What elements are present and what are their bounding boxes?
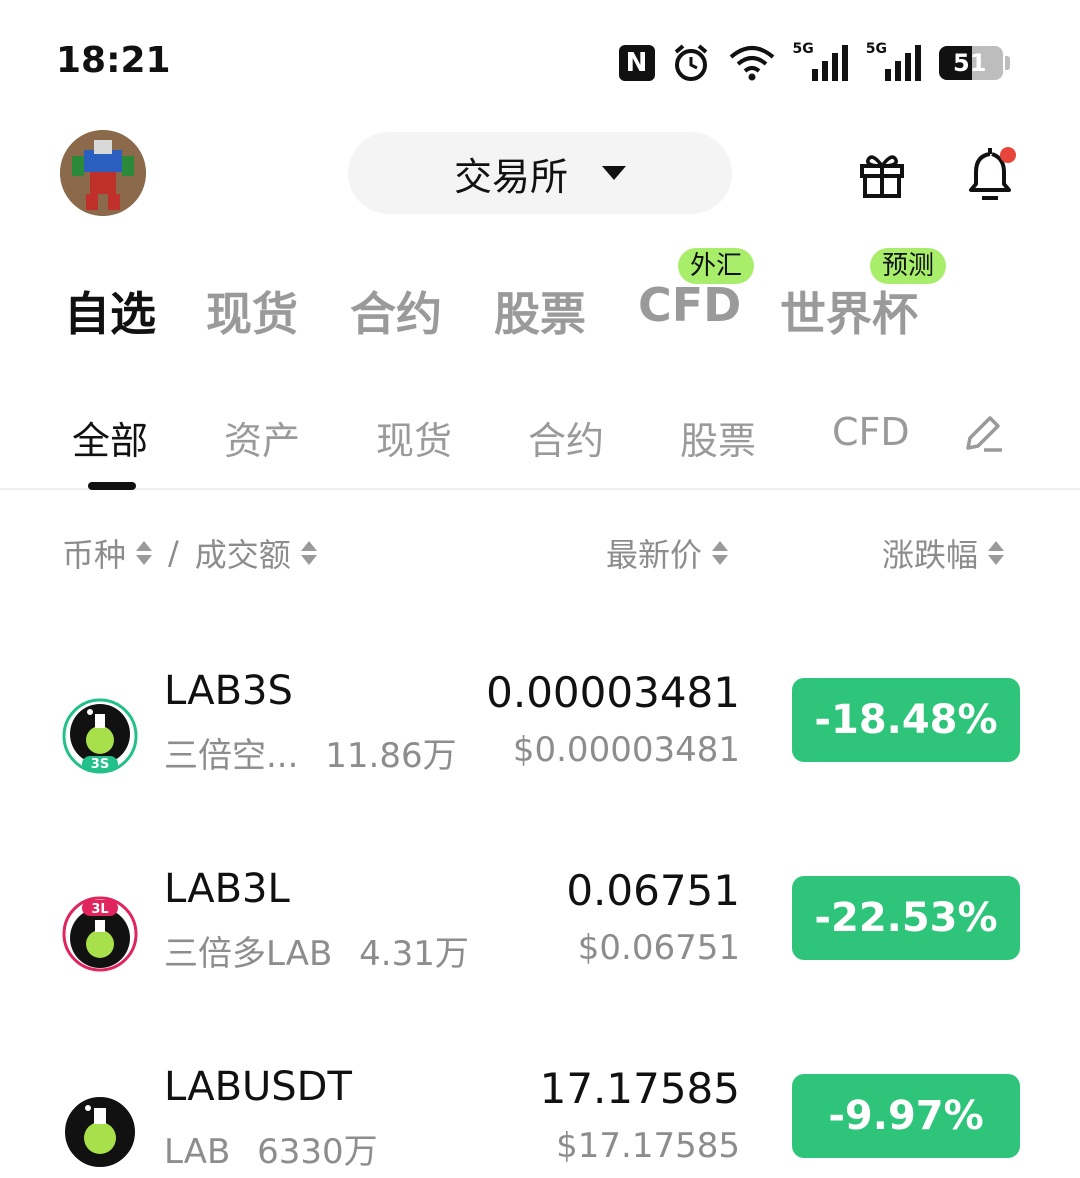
name-volume: LAB 6330万 [164,1124,378,1173]
top-header: 交易所 [0,120,1080,230]
symbol: LAB3S [164,668,293,714]
edit-icon[interactable] [962,410,1006,454]
change-badge[interactable]: -22.53% [792,876,1020,960]
change-badge[interactable]: -18.48% [792,678,1020,762]
tab-watchlist[interactable]: 自选 [64,278,156,344]
change-badge[interactable]: -9.97% [792,1074,1020,1158]
exchange-switcher[interactable]: 交易所 [348,132,732,214]
subtab-stocks[interactable]: 股票 [680,410,756,465]
main-category-tabs: 自选 现货 合约 股票 CFD 外汇 世界杯 预测 [0,240,1080,350]
sort-icon[interactable] [712,541,729,565]
subtab-all[interactable]: 全部 [72,410,148,465]
status-time: 18:21 [56,40,171,81]
list-item[interactable]: 3L LAB3L 三倍多LAB 4.31万 0.06751 $0.06751 -… [0,866,1080,1026]
tab-world-cup[interactable]: 世界杯 [780,278,918,344]
caret-down-icon [602,166,626,180]
column-headers: 币种 / 成交额 最新价 涨跌幅 [0,520,1080,590]
tab-futures[interactable]: 合约 [350,278,442,344]
subtab-spot[interactable]: 现货 [376,410,452,465]
last-price: 0.00003481 [486,668,740,717]
coin-header[interactable]: 币种 [62,530,126,576]
header-separator: / [168,534,179,572]
name-volume: 三倍多LAB 4.31万 [164,926,469,975]
volume: 11.86万 [325,736,457,776]
symbol: LAB3L [164,866,290,912]
subtab-cfd[interactable]: CFD [832,410,910,454]
symbol: LABUSDT [164,1064,352,1110]
alarm-icon [671,39,711,87]
lab3l-logo-icon: 3L [62,896,138,972]
price-usd: $0.06751 [577,928,740,968]
change-header[interactable]: 涨跌幅 [882,530,1005,576]
coin-name: 三倍多LAB [164,934,333,974]
subtab-assets[interactable]: 资产 [224,410,300,465]
tab-spot[interactable]: 现货 [206,278,298,344]
svg-text:3L: 3L [91,902,108,917]
price-usd: $0.00003481 [512,730,740,770]
tab-cfd[interactable]: CFD [638,278,741,332]
gift-icon[interactable] [858,150,906,198]
sort-icon[interactable] [988,541,1005,565]
cfd-badge: 外汇 [678,248,755,284]
volume: 4.31万 [359,934,469,974]
volume-header[interactable]: 成交额 [195,530,291,576]
signal-5g-icon-2: 5G [866,39,923,87]
last-price: 17.17585 [539,1064,740,1113]
list-item[interactable]: LABUSDT LAB 6330万 17.17585 $17.17585 -9.… [0,1064,1080,1178]
last-price: 0.06751 [566,866,740,915]
sub-filter-tabs: 全部 资产 现货 合约 股票 CFD [0,390,1080,490]
price-usd: $17.17585 [556,1126,740,1166]
avatar[interactable] [60,130,146,216]
notification-bell-icon[interactable] [966,146,1018,202]
lab3s-logo-icon: 3S [62,698,138,774]
sort-icon[interactable] [300,541,317,565]
name-volume: 三倍空... 11.86万 [164,728,457,777]
coin-name: 三倍空... [164,736,299,776]
signal-5g-icon-1: 5G [793,39,850,87]
subtab-futures[interactable]: 合约 [528,410,604,465]
sort-icon[interactable] [136,541,153,565]
coin-name: LAB [164,1132,231,1172]
status-bar: 18:21 N 5G 5G 51 [0,0,1080,110]
status-icons: N 5G 5G 51 [618,38,1010,88]
lab-logo-icon [62,1094,138,1170]
nfc-icon: N [618,39,655,87]
battery-icon: 51 [939,39,1010,87]
exchange-label: 交易所 [453,154,568,199]
wifi-icon [727,39,777,87]
active-tab-indicator [88,482,136,490]
last-price-header[interactable]: 最新价 [606,530,729,576]
tab-stocks[interactable]: 股票 [494,278,586,344]
coin-volume-header: 币种 / 成交额 [62,530,317,576]
world-cup-badge: 预测 [870,248,947,284]
svg-text:3S: 3S [91,757,109,772]
list-item[interactable]: 3S LAB3S 三倍空... 11.86万 0.00003481 $0.000… [0,668,1080,828]
volume: 6330万 [257,1132,378,1172]
